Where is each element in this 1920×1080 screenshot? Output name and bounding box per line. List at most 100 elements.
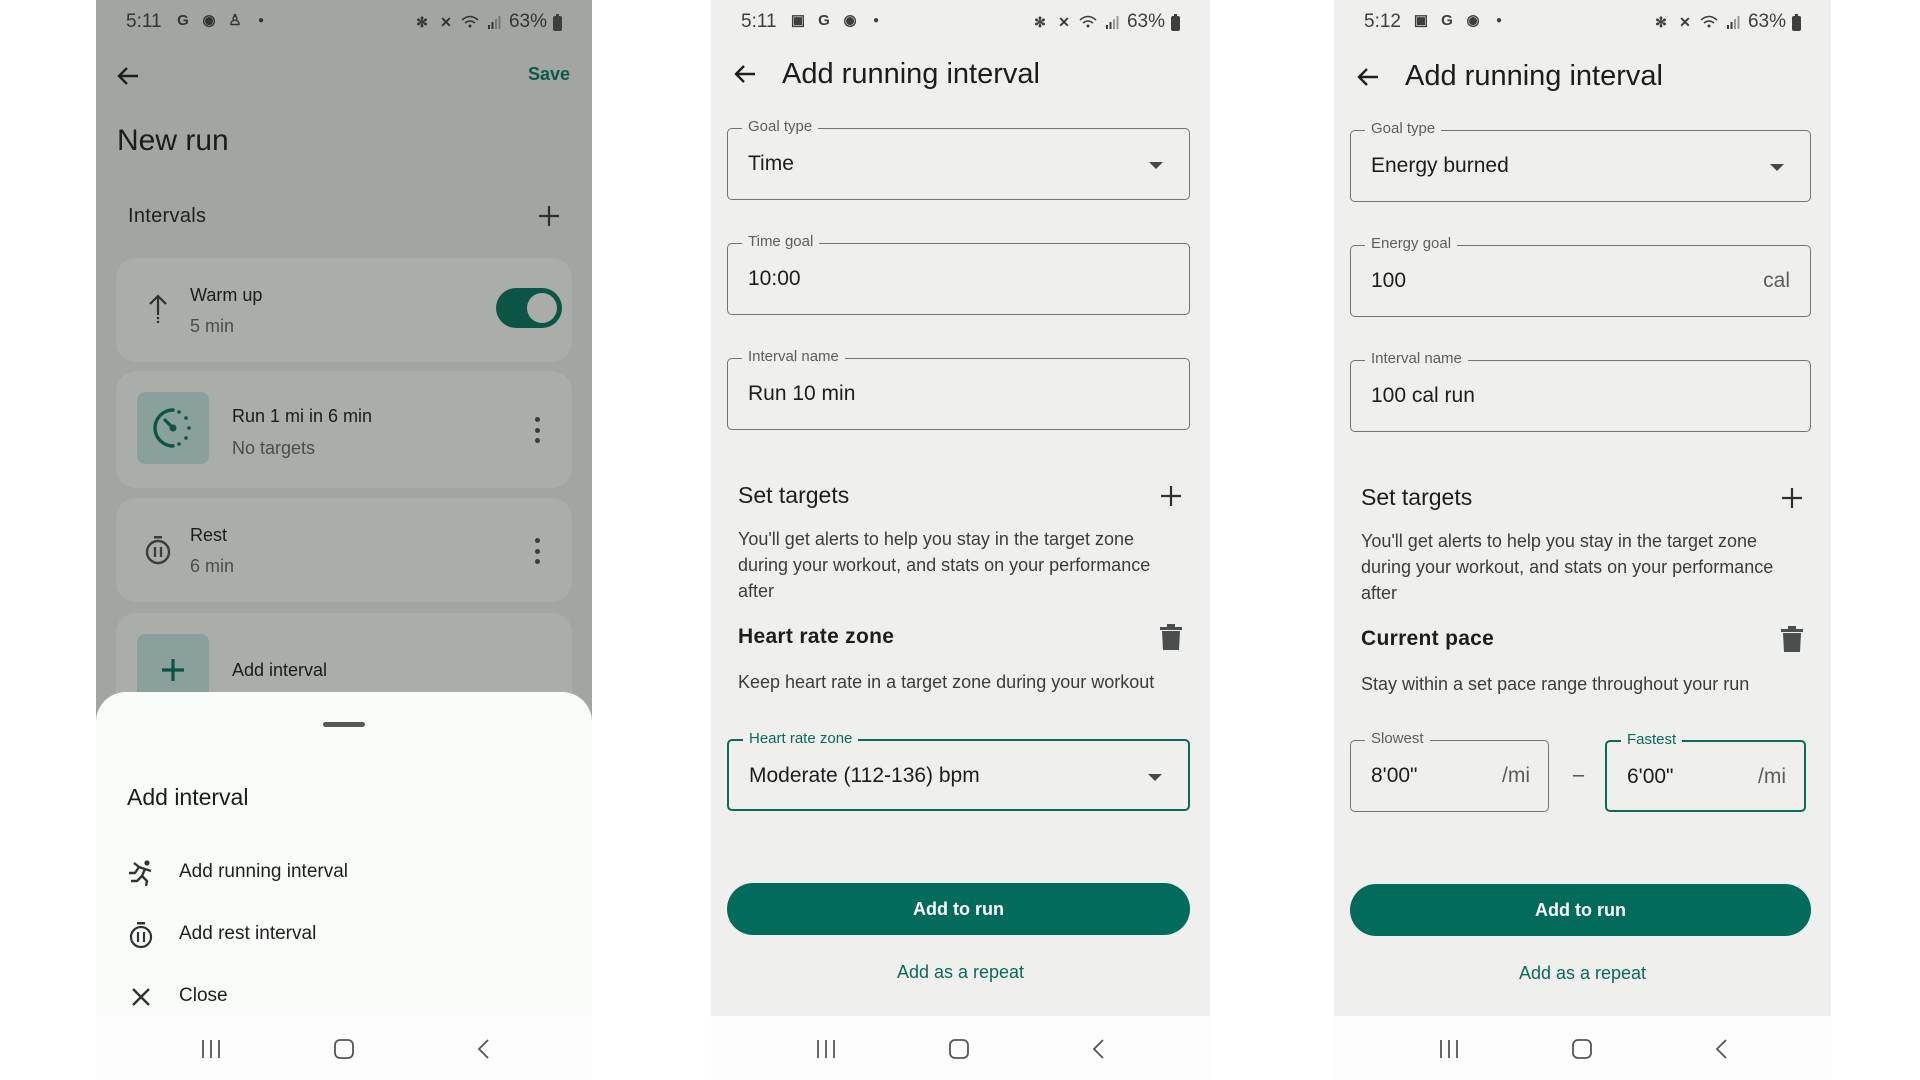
add-to-run-button[interactable]: Add to run	[727, 883, 1190, 935]
field-value: Moderate (112-136) bpm	[749, 764, 980, 787]
recents-icon	[817, 1040, 835, 1058]
system-back-button[interactable]	[468, 1034, 498, 1064]
field-suffix: cal	[1763, 269, 1790, 292]
goal-type-select[interactable]: Goal type Energy burned	[1350, 120, 1811, 202]
chevron-left-icon	[1092, 1039, 1104, 1059]
wifi-icon	[1079, 13, 1097, 31]
back-button[interactable]	[112, 60, 144, 92]
field-value: 6'00"	[1627, 765, 1674, 788]
home-button[interactable]	[329, 1034, 359, 1064]
more-options-button[interactable]	[532, 417, 542, 443]
bluetooth-icon: ✻	[416, 13, 428, 30]
chevron-left-icon	[477, 1039, 489, 1059]
menu-item-label: Close	[179, 985, 228, 1006]
fitness-heart-icon: ◉	[843, 12, 857, 29]
interval-name-input[interactable]: Interval name 100 cal run	[1350, 350, 1811, 432]
add-target-button[interactable]	[1158, 483, 1184, 509]
menu-item-close[interactable]: Close	[96, 970, 592, 1022]
dropdown-caret-icon	[1770, 164, 1784, 171]
battery-icon	[1792, 13, 1801, 31]
interval-card-warmup[interactable]: Warm up 5 min	[116, 258, 572, 362]
field-value: Energy burned	[1371, 154, 1509, 177]
field-suffix: /mi	[1758, 765, 1786, 788]
home-button[interactable]	[944, 1034, 974, 1064]
goal-type-select[interactable]: Goal type Time	[727, 118, 1190, 200]
running-icon	[126, 858, 156, 888]
interval-subtitle: No targets	[232, 438, 316, 458]
interval-title: Warm up	[190, 285, 263, 305]
interval-subtitle: 6 min	[190, 556, 235, 576]
menu-item-add-running-interval[interactable]: Add running interval	[96, 846, 592, 898]
dropdown-caret-icon	[1149, 162, 1163, 169]
field-label: Slowest	[1365, 730, 1430, 747]
trash-icon	[1160, 624, 1182, 650]
interval-name-input[interactable]: Interval name Run 10 min	[727, 348, 1190, 430]
trash-icon	[1781, 626, 1803, 652]
add-interval-plus-button[interactable]	[536, 203, 562, 229]
delete-target-button[interactable]	[1781, 626, 1803, 652]
back-button[interactable]	[1352, 61, 1384, 93]
mute-icon: ✕	[1679, 13, 1691, 30]
recents-button[interactable]	[1434, 1034, 1464, 1064]
time-goal-input[interactable]: Time goal 10:00	[727, 233, 1190, 315]
signal-icon	[1103, 13, 1121, 31]
dropdown-caret-icon	[1148, 774, 1162, 781]
battery-percent: 63%	[508, 11, 547, 32]
interval-subtitle: 5 min	[190, 316, 235, 336]
home-icon	[334, 1039, 354, 1059]
field-value: Time	[748, 152, 794, 175]
field-label: Goal type	[1365, 120, 1442, 137]
field-label: Time goal	[742, 233, 820, 250]
system-back-button[interactable]	[1083, 1034, 1113, 1064]
field-label: Fastest	[1621, 731, 1683, 748]
set-targets-heading: Set targets	[1361, 484, 1473, 510]
save-button[interactable]: Save	[528, 64, 570, 85]
chevron-left-icon	[1715, 1039, 1727, 1059]
energy-goal-input[interactable]: Energy goal 100 cal	[1350, 235, 1811, 317]
rest-timer-icon	[142, 534, 174, 566]
fastest-pace-input[interactable]: Fastest 6'00" /mi	[1605, 731, 1806, 812]
add-interval-label: Add interval	[232, 660, 328, 680]
slowest-pace-input[interactable]: Slowest 8'00" /mi	[1350, 730, 1549, 812]
add-target-button[interactable]	[1779, 485, 1805, 511]
sheet-drag-handle[interactable]	[323, 722, 365, 727]
screen-add-running-interval-time: 5:11 ▣ G ◉ ● ✻ ✕ 63% Add running interva…	[711, 0, 1210, 1080]
status-time: 5:12	[1364, 11, 1401, 32]
add-interval-bottom-sheet: Add interval Add running interval Add re…	[96, 692, 592, 1016]
intervals-heading: Intervals	[128, 205, 207, 227]
wifi-icon	[461, 13, 479, 31]
back-button[interactable]	[729, 58, 761, 90]
close-icon	[126, 982, 156, 1012]
dot-icon: ●	[1495, 14, 1503, 26]
rest-timer-icon	[126, 920, 156, 950]
more-options-button[interactable]	[532, 538, 542, 564]
field-value: 8'00"	[1371, 764, 1418, 787]
page-title: New run	[117, 124, 229, 157]
home-button[interactable]	[1567, 1034, 1597, 1064]
plus-icon	[1161, 486, 1181, 506]
field-label: Interval name	[1365, 350, 1468, 367]
add-to-run-button[interactable]: Add to run	[1350, 884, 1811, 936]
menu-item-label: Add running interval	[179, 861, 348, 882]
system-nav-bar	[96, 1016, 592, 1080]
warmup-toggle[interactable]	[496, 288, 562, 328]
recents-button[interactable]	[196, 1034, 226, 1064]
interval-card-rest[interactable]: Rest 6 min	[116, 498, 572, 602]
interval-title: Rest	[190, 525, 228, 545]
back-arrow-icon	[734, 65, 755, 83]
add-as-repeat-button[interactable]: Add as a repeat	[1334, 963, 1831, 984]
bluetooth-icon: ✻	[1034, 13, 1046, 30]
sheet-title: Add interval	[127, 784, 249, 810]
field-label: Interval name	[742, 348, 845, 365]
delete-target-button[interactable]	[1160, 624, 1182, 650]
google-icon: G	[1441, 11, 1453, 29]
heart-rate-zone-select[interactable]: Heart rate zone Moderate (112-136) bpm	[727, 730, 1190, 811]
add-as-repeat-button[interactable]: Add as a repeat	[711, 962, 1210, 983]
menu-item-add-rest-interval[interactable]: Add rest interval	[96, 908, 592, 960]
interval-card-run[interactable]: Run 1 mi in 6 min No targets	[116, 371, 572, 488]
set-targets-description: You'll get alerts to help you stay in th…	[1361, 531, 1774, 603]
recents-button[interactable]	[811, 1034, 841, 1064]
system-back-button[interactable]	[1706, 1034, 1736, 1064]
mute-icon: ✕	[440, 13, 452, 30]
page-title: Add running interval	[1405, 60, 1663, 92]
